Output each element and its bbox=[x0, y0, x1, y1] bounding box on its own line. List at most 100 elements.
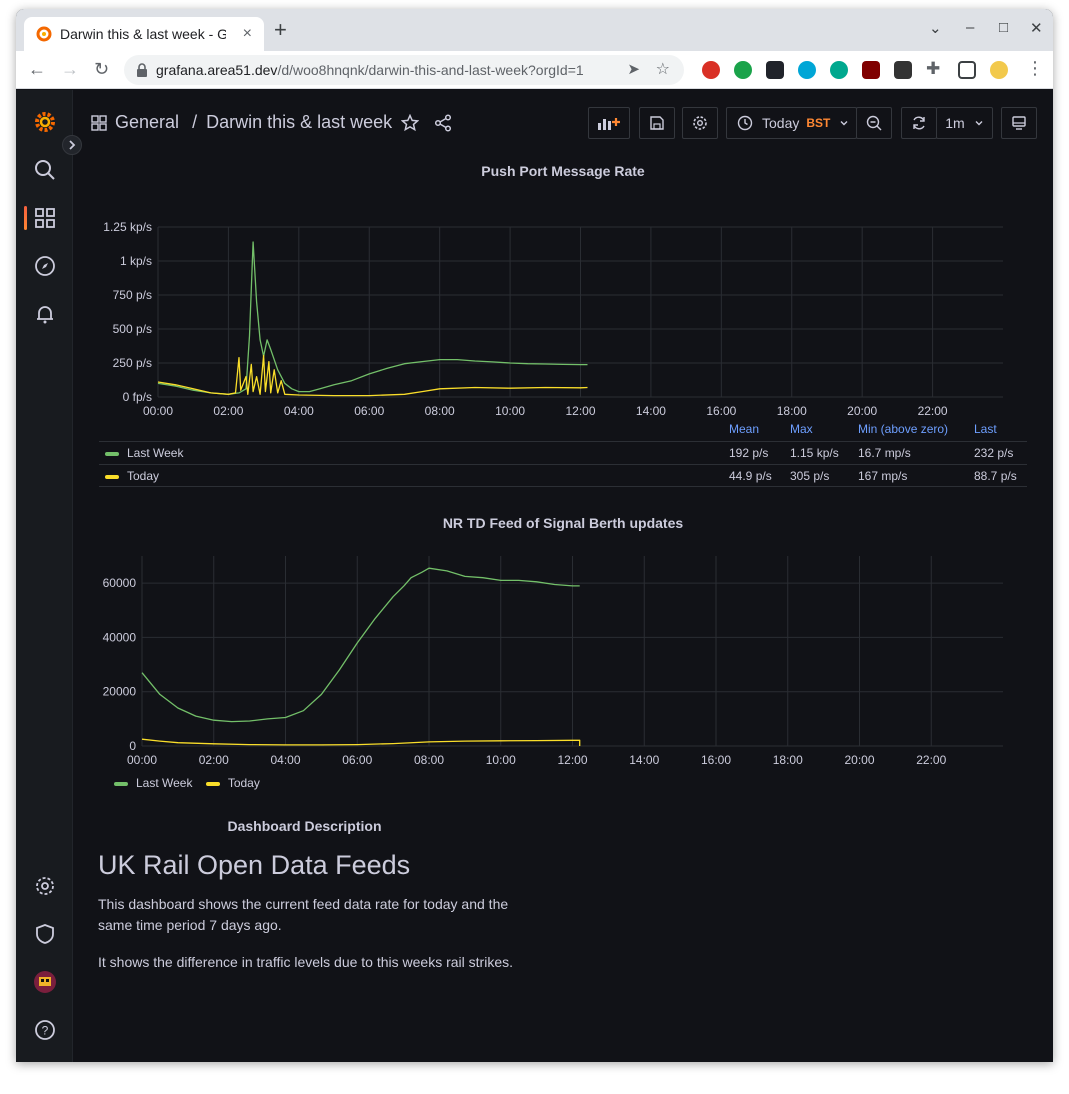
x-tick-label: 02:00 bbox=[213, 404, 243, 418]
legend-header-last[interactable]: Last bbox=[974, 422, 997, 436]
breadcrumb-folder[interactable]: General bbox=[115, 112, 179, 132]
extension-a-icon[interactable] bbox=[830, 61, 848, 79]
side-menu: ? bbox=[16, 90, 73, 1062]
dashboard-grid-icon bbox=[91, 115, 107, 131]
alerting-bell-icon[interactable] bbox=[16, 298, 73, 330]
user-avatar[interactable] bbox=[16, 966, 73, 998]
y-tick-label: 750 p/s bbox=[113, 288, 152, 302]
panel2-legend: Last Week Today bbox=[114, 776, 260, 790]
bookmark-star-icon[interactable]: ☆ bbox=[656, 59, 670, 79]
address-bar[interactable]: grafana.area51.dev/d/woo8hnqnk/darwin-th… bbox=[124, 55, 684, 85]
x-tick-label: 08:00 bbox=[414, 753, 444, 767]
zoom-out-button[interactable] bbox=[856, 107, 892, 139]
x-tick-label: 20:00 bbox=[847, 404, 877, 418]
legend-header-min[interactable]: Min (above zero) bbox=[858, 422, 948, 436]
explore-compass-icon[interactable] bbox=[16, 250, 73, 282]
push-port-chart[interactable]: 0 fp/s 250 p/s 500 p/s 750 p/s 1 kp/s 1.25 kp… bbox=[73, 200, 1053, 422]
tab-search-icon[interactable]: ⌄ bbox=[929, 19, 942, 37]
evernote-extension-icon[interactable] bbox=[734, 61, 752, 79]
legend-item-today[interactable]: Today bbox=[205, 776, 260, 790]
td-feed-chart[interactable]: 0 20000 40000 60000 00:00 02:00 04:00 06:00 08:0… bbox=[73, 552, 1053, 774]
x-tick-label: 14:00 bbox=[636, 404, 666, 418]
x-tick-label: 00:00 bbox=[127, 753, 157, 767]
forward-icon[interactable]: → bbox=[61, 58, 79, 80]
x-tick-label: 08:00 bbox=[425, 404, 455, 418]
close-tab-icon[interactable]: × bbox=[243, 25, 252, 43]
refresh-button[interactable] bbox=[901, 107, 937, 139]
maximize-icon[interactable]: □ bbox=[999, 19, 1008, 36]
x-tick-label: 20:00 bbox=[844, 753, 874, 767]
x-tick-label: 22:00 bbox=[916, 753, 946, 767]
minimize-icon[interactable]: – bbox=[966, 19, 974, 36]
configuration-gear-icon[interactable] bbox=[16, 870, 73, 902]
x-tick-label: 10:00 bbox=[486, 753, 516, 767]
save-icon bbox=[650, 116, 664, 130]
legend-header-max[interactable]: Max bbox=[790, 422, 813, 436]
ublock-extension-icon[interactable] bbox=[702, 61, 720, 79]
puzzle-extensions-icon[interactable]: ✚ bbox=[926, 59, 940, 79]
panel2-title[interactable]: NR TD Feed of Signal Berth updates bbox=[73, 515, 1053, 531]
grafana-favicon-icon bbox=[36, 26, 52, 42]
save-dashboard-button[interactable] bbox=[639, 107, 675, 139]
close-window-icon[interactable]: ✕ bbox=[1030, 19, 1043, 37]
legend-row-last-week[interactable]: Last Week 192 p/s 1.15 kp/s 16.7 mp/s 23… bbox=[99, 441, 1027, 464]
share-icon[interactable] bbox=[434, 114, 452, 132]
dashboard-title[interactable]: Darwin this & last week bbox=[206, 112, 392, 132]
series-line-today bbox=[141, 738, 581, 746]
x-tick-label: 22:00 bbox=[918, 404, 948, 418]
tv-mode-button[interactable] bbox=[1001, 107, 1037, 139]
send-tab-icon[interactable]: ➤ bbox=[627, 60, 640, 78]
legend-row-today[interactable]: Today 44.9 p/s 305 p/s 167 mp/s 88.7 p/s bbox=[99, 464, 1027, 487]
cube-extension-icon[interactable] bbox=[894, 61, 912, 79]
browser-tab[interactable]: Darwin this & last week - G × bbox=[24, 17, 264, 51]
legend-swatch bbox=[114, 781, 128, 786]
help-icon[interactable]: ? bbox=[16, 1014, 73, 1046]
y-tick-label: 500 p/s bbox=[113, 322, 152, 336]
y-tick-label: 20000 bbox=[103, 685, 137, 699]
panel1-title[interactable]: Push Port Message Rate bbox=[73, 163, 1053, 179]
ublock-origin-icon[interactable] bbox=[862, 61, 880, 79]
legend-header-mean[interactable]: Mean bbox=[729, 422, 759, 436]
url-path: /d/woo8hnqnk/darwin-this-and-last-week?o… bbox=[277, 62, 584, 78]
legend-mean: 44.9 p/s bbox=[729, 469, 772, 483]
search-icon[interactable] bbox=[16, 154, 73, 186]
profile-avatar[interactable] bbox=[990, 61, 1008, 79]
x-tick-label: 18:00 bbox=[777, 404, 807, 418]
dashboard-main: General / Darwin this & last week Today … bbox=[73, 90, 1053, 1062]
description-panel-title[interactable]: Dashboard Description bbox=[73, 818, 536, 834]
x-tick-label: 04:00 bbox=[270, 753, 300, 767]
legend-item-last-week[interactable]: Last Week bbox=[114, 776, 192, 790]
x-tick-label: 16:00 bbox=[706, 404, 736, 418]
extension-error-icon[interactable] bbox=[798, 61, 816, 79]
grafana-logo-icon[interactable] bbox=[16, 106, 73, 138]
dashboards-icon[interactable] bbox=[16, 202, 73, 234]
browser-menu-icon[interactable]: ⋮ bbox=[1026, 58, 1044, 79]
reload-icon[interactable]: ↻ bbox=[94, 58, 109, 80]
series-line-last-week bbox=[157, 241, 588, 395]
back-icon[interactable]: ← bbox=[28, 58, 46, 80]
side-panel-icon[interactable] bbox=[958, 61, 976, 79]
x-tick-label: 14:00 bbox=[629, 753, 659, 767]
refresh-interval-picker[interactable]: 1m bbox=[936, 107, 993, 139]
x-tick-label: 06:00 bbox=[342, 753, 372, 767]
legend-last: 232 p/s bbox=[974, 446, 1014, 460]
time-range-picker[interactable]: Today BST bbox=[726, 107, 857, 139]
star-icon[interactable] bbox=[401, 114, 419, 132]
legend-min: 16.7 mp/s bbox=[858, 446, 911, 460]
new-tab-icon[interactable]: + bbox=[274, 18, 287, 42]
add-panel-button[interactable] bbox=[588, 107, 630, 139]
legend-max: 1.15 kp/s bbox=[790, 446, 839, 460]
browser-window: Darwin this & last week - G × + ⌄ – □ ✕ … bbox=[16, 9, 1053, 1062]
expand-menu-icon[interactable] bbox=[62, 135, 82, 155]
svg-text:?: ? bbox=[41, 1024, 48, 1038]
x-tick-label: 18:00 bbox=[773, 753, 803, 767]
series-line-last-week bbox=[141, 567, 580, 723]
server-admin-shield-icon[interactable] bbox=[16, 918, 73, 950]
x-tick-label: 12:00 bbox=[565, 404, 595, 418]
tab-title: Darwin this & last week - G bbox=[60, 26, 226, 42]
description-heading: UK Rail Open Data Feeds bbox=[98, 850, 411, 880]
x-tick-label: 12:00 bbox=[557, 753, 587, 767]
react-devtools-icon[interactable] bbox=[766, 61, 784, 79]
legend-series-name: Last Week bbox=[127, 446, 184, 460]
dashboard-settings-button[interactable] bbox=[682, 107, 718, 139]
